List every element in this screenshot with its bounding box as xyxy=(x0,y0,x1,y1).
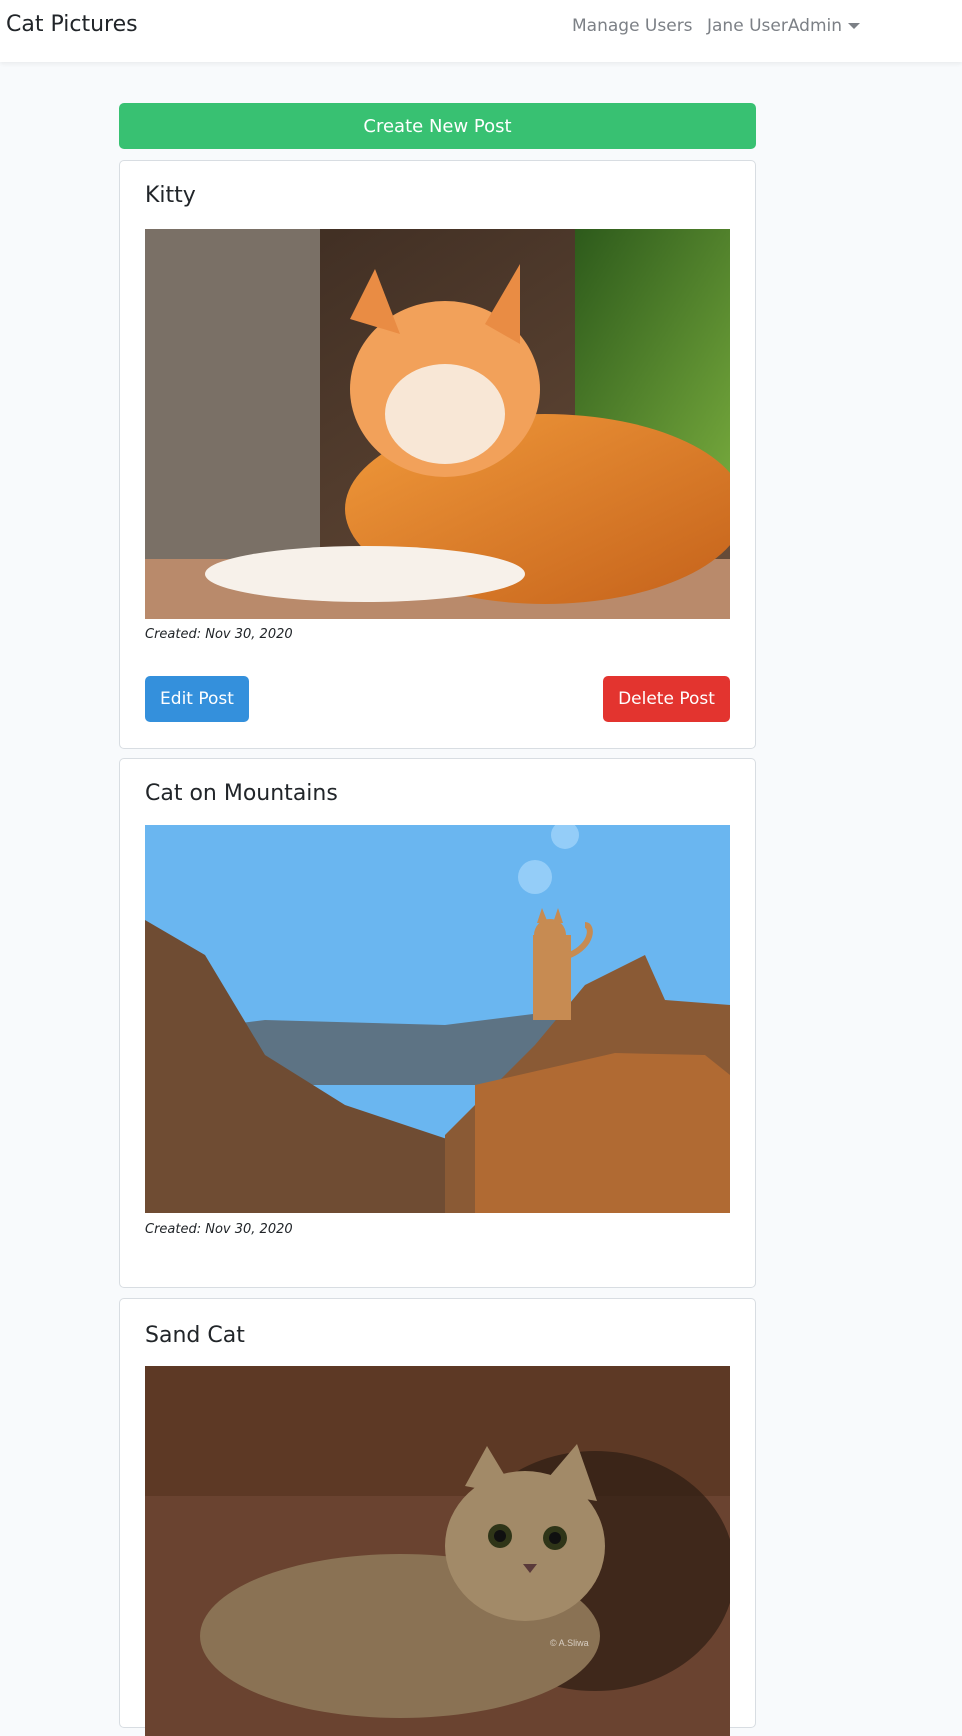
cat-on-mountains-picture xyxy=(145,825,730,1213)
post-card: Sand Cat © A.Sliwa xyxy=(119,1298,756,1736)
post-created-date: Created: Nov 30, 2020 xyxy=(145,1222,293,1237)
post-image xyxy=(145,229,730,619)
edit-post-button[interactable]: Edit Post xyxy=(145,676,249,722)
post-title: Sand Cat xyxy=(145,1323,245,1348)
orange-cat-picture xyxy=(145,229,730,619)
caret-down-icon[interactable] xyxy=(848,23,860,29)
navbar: Cat Pictures Manage Users Jane UserAdmin xyxy=(0,0,962,62)
post-title: Kitty xyxy=(145,183,196,208)
brand-link[interactable]: Cat Pictures xyxy=(6,12,138,37)
user-menu-dropdown[interactable]: Jane UserAdmin xyxy=(707,16,842,36)
sand-cat-picture: © A.Sliwa xyxy=(145,1366,730,1736)
watermark-text: © A.Sliwa xyxy=(550,1638,589,1648)
post-created-date: Created: Nov 30, 2020 xyxy=(145,627,293,642)
create-new-post-button[interactable]: Create New Post xyxy=(119,103,756,149)
post-image xyxy=(145,825,730,1213)
delete-post-button[interactable]: Delete Post xyxy=(603,676,730,722)
manage-users-link[interactable]: Manage Users xyxy=(572,16,693,36)
post-title: Cat on Mountains xyxy=(145,781,338,806)
post-image: © A.Sliwa xyxy=(145,1366,730,1736)
post-card: Cat on Mountains Created: Nov 30, 2020 xyxy=(119,758,756,1288)
post-card: Kitty Created: Nov 30, 2020 Edit Post De… xyxy=(119,160,756,749)
